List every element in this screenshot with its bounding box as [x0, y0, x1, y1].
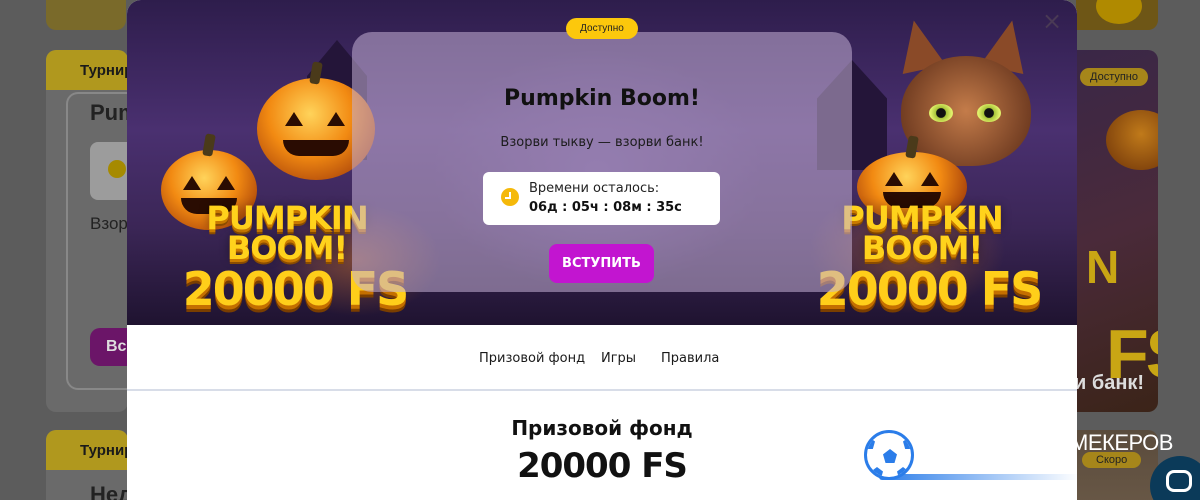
countdown-value: 06д : 05ч : 08м : 35с: [529, 200, 682, 215]
tournament-title: Pumpkin Boom!: [504, 86, 700, 111]
join-button[interactable]: ВСТУПИТЬ: [549, 244, 654, 283]
bg-card-text: Взор: [90, 214, 128, 233]
bg-card-tab-2: Турнир: [46, 430, 133, 470]
close-icon[interactable]: ×: [1041, 9, 1063, 33]
bg-right-card-top: [1076, 0, 1158, 30]
countdown-label: Времени осталось:: [529, 181, 660, 196]
status-badge: Доступно: [566, 18, 638, 39]
countdown-box: Времени осталось: 06д : 05ч : 08м : 35с: [483, 172, 720, 225]
bg-card-top: [46, 0, 126, 30]
clock-icon: [501, 188, 519, 206]
bg-clock-icon: [108, 160, 126, 178]
bg-promo-tagline: и банк!: [1076, 372, 1145, 394]
modal-tabs: Призовой фонд Игры Правила: [127, 325, 1077, 391]
tournament-modal: PUMPKIN BOOM! 20000 FS PUMPKIN BOOM! 200…: [127, 0, 1077, 500]
soccer-ball-icon: [864, 430, 914, 480]
bg-join-button[interactable]: Вс: [90, 328, 130, 366]
bg-card-title-2: Нед: [90, 482, 133, 500]
pumpkin-icon: [1106, 110, 1158, 170]
tab-rules[interactable]: Правила: [661, 351, 719, 366]
bg-promo-text: N: [1086, 241, 1119, 293]
hero-banner: PUMPKIN BOOM! 20000 FS PUMPKIN BOOM! 200…: [127, 0, 1077, 325]
prize-fund-value: 20000 FS: [517, 446, 688, 486]
bg-right-promo-card[interactable]: Доступно N FS и банк!: [1076, 50, 1158, 412]
decor-swoosh: [879, 474, 1077, 480]
tab-prize-fund[interactable]: Призовой фонд: [479, 351, 585, 366]
prize-fund-heading: Призовой фонд: [511, 416, 693, 440]
tab-games[interactable]: Игры: [601, 351, 636, 366]
bg-card-tab: Турнир: [46, 50, 133, 90]
chat-icon: [1166, 470, 1192, 492]
bg-status-badge: Доступно: [1080, 68, 1149, 86]
tournament-subtitle: Взорви тыкву — взорви банк!: [500, 135, 704, 150]
bookmaker-logo-text: МЕКЕРОВ: [1070, 430, 1173, 455]
